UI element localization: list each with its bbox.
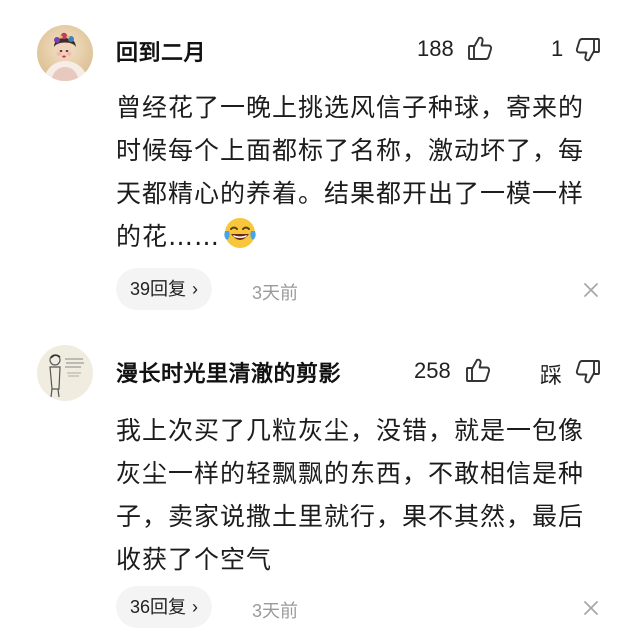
username[interactable]: 漫长时光里清澈的剪影 xyxy=(116,356,341,388)
close-icon[interactable] xyxy=(582,281,600,299)
timestamp: 3天前 xyxy=(252,283,299,303)
avatar-opera-figure-image xyxy=(37,25,93,81)
close-icon[interactable] xyxy=(582,599,600,617)
thumbs-up-icon[interactable] xyxy=(466,34,494,62)
username[interactable]: 回到二月 xyxy=(116,35,206,67)
replies-button[interactable]: 36回复 › xyxy=(116,586,213,628)
like-count: 188 xyxy=(417,36,454,61)
replies-count: 36回复 xyxy=(130,597,187,617)
thumbs-up-icon[interactable] xyxy=(464,356,492,384)
like-count: 258 xyxy=(414,358,451,383)
comment-text: 曾经花了一晚上挑选风信子种球，寄来的时候每个上面都标了名称，激动坏了，每天都精心… xyxy=(116,86,606,258)
timestamp: 3天前 xyxy=(252,601,299,621)
comment-item: 回到二月 188 1 曾经花了一晚上挑选风信子种球，寄来的时候每个上面都标了名称… xyxy=(0,0,640,318)
avatar-sketch-image xyxy=(37,345,93,401)
thumbs-down-icon[interactable] xyxy=(574,36,602,64)
replies-button[interactable]: 39回复 › xyxy=(116,268,213,310)
dislike-count: 1 xyxy=(551,36,564,61)
comment-text: 我上次买了几粒灰尘，没错，就是一包像灰尘一样的轻飘飘的东西，不敢相信是种子，卖家… xyxy=(116,416,585,574)
comment-text-content: 曾经花了一晚上挑选风信子种球，寄来的时候每个上面都标了名称，激动坏了，每天都精心… xyxy=(116,93,585,251)
replies-count: 39回复 xyxy=(130,279,187,299)
laughing-tears-emoji-icon xyxy=(222,215,258,251)
comment-item: 漫长时光里清澈的剪影 258 踩 我上次买了几粒灰尘，没错，就是一包像灰尘一样的… xyxy=(0,318,640,634)
thumbs-down-icon[interactable] xyxy=(574,358,602,386)
chevron-right-icon: › xyxy=(192,279,199,299)
avatar[interactable] xyxy=(37,345,93,401)
dislike-label: 踩 xyxy=(540,363,563,388)
avatar[interactable] xyxy=(37,25,93,81)
chevron-right-icon: › xyxy=(192,597,199,617)
